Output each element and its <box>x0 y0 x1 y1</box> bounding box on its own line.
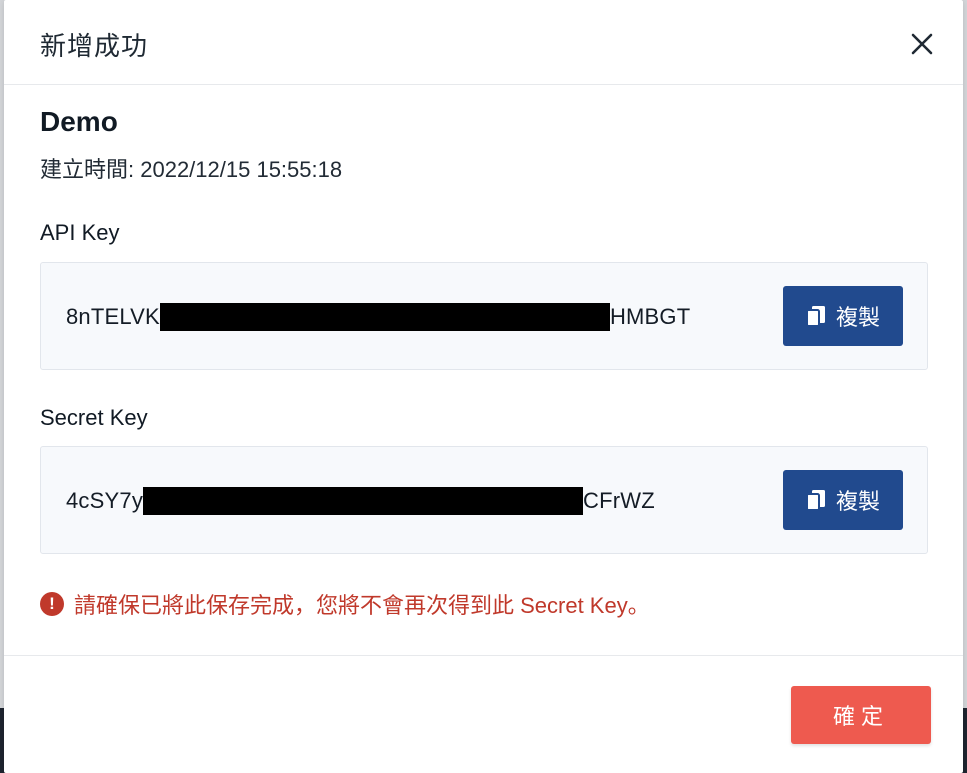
backdrop-right-edge <box>963 0 967 773</box>
close-icon <box>911 33 933 55</box>
copy-api-key-button[interactable]: 複製 <box>783 286 903 346</box>
footer-divider <box>4 655 963 656</box>
copy-api-key-label: 複製 <box>835 305 880 330</box>
dialog-header: 新增成功 <box>4 0 963 85</box>
created-time: 建立時間: 2022/12/15 15:55:18 <box>40 152 342 184</box>
api-key-prefix: 8nTELVK <box>66 304 160 329</box>
exclamation-circle-icon: ! <box>40 592 64 616</box>
success-dialog: 新增成功 Demo 建立時間: 2022/12/15 15:55:18 API … <box>4 0 963 773</box>
app-name: Demo <box>40 106 118 137</box>
secret-key-suffix: CFrWZ <box>583 488 655 513</box>
confirm-button[interactable]: 確定 <box>791 686 931 744</box>
api-key-label: API Key <box>40 220 120 245</box>
warning-text: 請確保已將此保存完成，您將不會再次得到此 Secret Key。 <box>74 593 650 618</box>
secret-key-box: 4cSY7y CFrWZ 複製 <box>40 446 928 554</box>
copy-secret-key-button[interactable]: 複製 <box>783 470 903 530</box>
close-button[interactable] <box>904 26 940 62</box>
copy-icon <box>805 490 825 511</box>
secret-key-prefix: 4cSY7y <box>66 488 144 513</box>
copy-icon <box>805 306 825 327</box>
api-key-suffix: HMBGT <box>609 304 691 329</box>
api-key-box: 8nTELVK HMBGT 複製 <box>40 262 928 370</box>
secret-key-value: 4cSY7y CFrWZ <box>66 487 655 515</box>
save-warning: ! 請確保已將此保存完成，您將不會再次得到此 Secret Key。 <box>40 588 650 620</box>
secret-key-redaction <box>143 487 584 515</box>
copy-secret-key-label: 複製 <box>835 489 880 514</box>
api-key-redaction <box>159 303 610 331</box>
api-key-value: 8nTELVK HMBGT <box>66 303 690 331</box>
secret-key-label: Secret Key <box>40 405 148 430</box>
created-value: 2022/12/15 15:55:18 <box>140 157 343 182</box>
created-label: 建立時間: <box>40 157 141 182</box>
dialog-title: 新增成功 <box>40 31 149 61</box>
